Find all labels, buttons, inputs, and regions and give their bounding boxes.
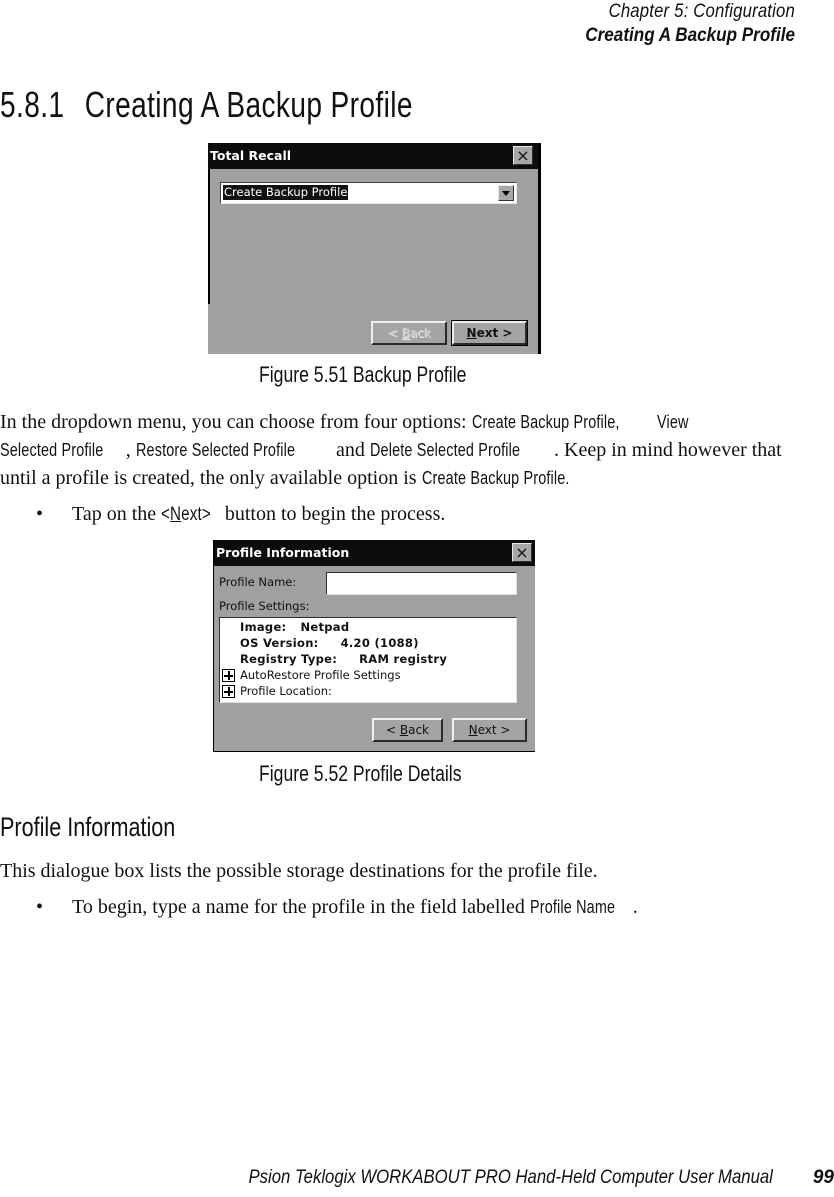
option-view-cont: Selected Profile — [0, 440, 104, 460]
tree-item-registry-type: Registry Type: RAM registry — [240, 652, 448, 666]
page-number: 99 — [812, 1167, 834, 1188]
term-profile-name: Profile Name — [529, 897, 616, 917]
bullet-tap-next: • Tap on the <Next> button to begin the … — [36, 500, 445, 529]
dialog-title: Profile Information — [216, 545, 350, 560]
total-recall-dialog: Total Recall × Create Backup Profile < B… — [208, 143, 541, 354]
figure-caption: Figure 5.51 Backup Profile — [259, 362, 467, 387]
running-header-chapter: Chapter 5: Configuration — [608, 1, 795, 22]
dialog-left-edge — [208, 169, 210, 304]
dialog-title-bar: Profile Information — [214, 540, 535, 566]
subheading: Profile Information — [0, 812, 176, 842]
next-key-reference: <Next> — [161, 504, 212, 525]
tree-item-autorestore[interactable]: AutoRestore Profile Settings — [240, 668, 401, 682]
profile-settings-label: Profile Settings: — [219, 599, 310, 613]
profile-settings-tree[interactable]: Image: Netpad OS Version: 4.20 (1088) Regi… — [219, 617, 517, 703]
dialog-title-bar: Total Recall — [208, 143, 538, 169]
chevron-down-icon[interactable] — [498, 185, 514, 201]
expand-plus-icon[interactable] — [222, 685, 235, 698]
back-button[interactable]: < Back — [371, 321, 447, 345]
dialog-title: Total Recall — [210, 148, 292, 163]
footer-title: Psion Teklogix WORKABOUT PRO Hand-Held C… — [248, 1167, 773, 1188]
bullet-icon: • — [36, 896, 44, 918]
paragraph-options: In the dropdown menu, you can choose fro… — [0, 408, 782, 492]
figure-caption: Figure 5.52 Profile Details — [259, 761, 462, 786]
running-header-section: Creating A Backup Profile — [585, 25, 795, 46]
close-button[interactable]: × — [512, 543, 532, 562]
option-create-only: Create Backup Profile. — [421, 468, 570, 488]
next-button[interactable]: Next > — [452, 718, 527, 742]
option-restore: Restore Selected Profile — [135, 440, 295, 460]
back-button[interactable]: < Back — [372, 718, 443, 742]
dropdown-selected-value: Create Backup Profile — [223, 185, 349, 200]
bullet-icon: • — [36, 503, 44, 525]
profile-name-input[interactable] — [326, 572, 517, 595]
profile-name-label: Profile Name: — [219, 575, 297, 589]
close-icon: × — [515, 543, 529, 562]
section-number: 5.8.1 — [0, 84, 65, 125]
next-button[interactable]: Next > — [451, 320, 528, 346]
option-view: View — [657, 412, 690, 432]
option-create: Create Backup Profile, — [471, 412, 620, 432]
bullet-profile-name: • To begin, type a name for the profile … — [36, 893, 638, 921]
paragraph-storage: This dialogue box lists the possible sto… — [0, 860, 598, 882]
tree-item-os-version: OS Version: 4.20 (1088) — [240, 636, 419, 650]
running-header: Chapter 5: Configuration Creating A Back… — [562, 0, 795, 48]
tree-item-image: Image: Netpad — [240, 620, 350, 634]
option-delete: Delete Selected Profile — [369, 440, 521, 460]
close-button[interactable]: × — [513, 146, 533, 165]
close-icon: × — [516, 146, 530, 165]
section-heading: 5.8.1 Creating A Backup Profile — [0, 84, 413, 126]
page-footer: Psion Teklogix WORKABOUT PRO Hand-Held C… — [177, 1167, 834, 1189]
tree-item-profile-location[interactable]: Profile Location: — [240, 684, 332, 698]
profile-information-dialog: Profile Information × Profile Name: Prof… — [213, 540, 535, 752]
action-dropdown[interactable]: Create Backup Profile — [220, 182, 517, 204]
section-title: Creating A Backup Profile — [84, 84, 413, 125]
expand-plus-icon[interactable] — [222, 669, 235, 682]
